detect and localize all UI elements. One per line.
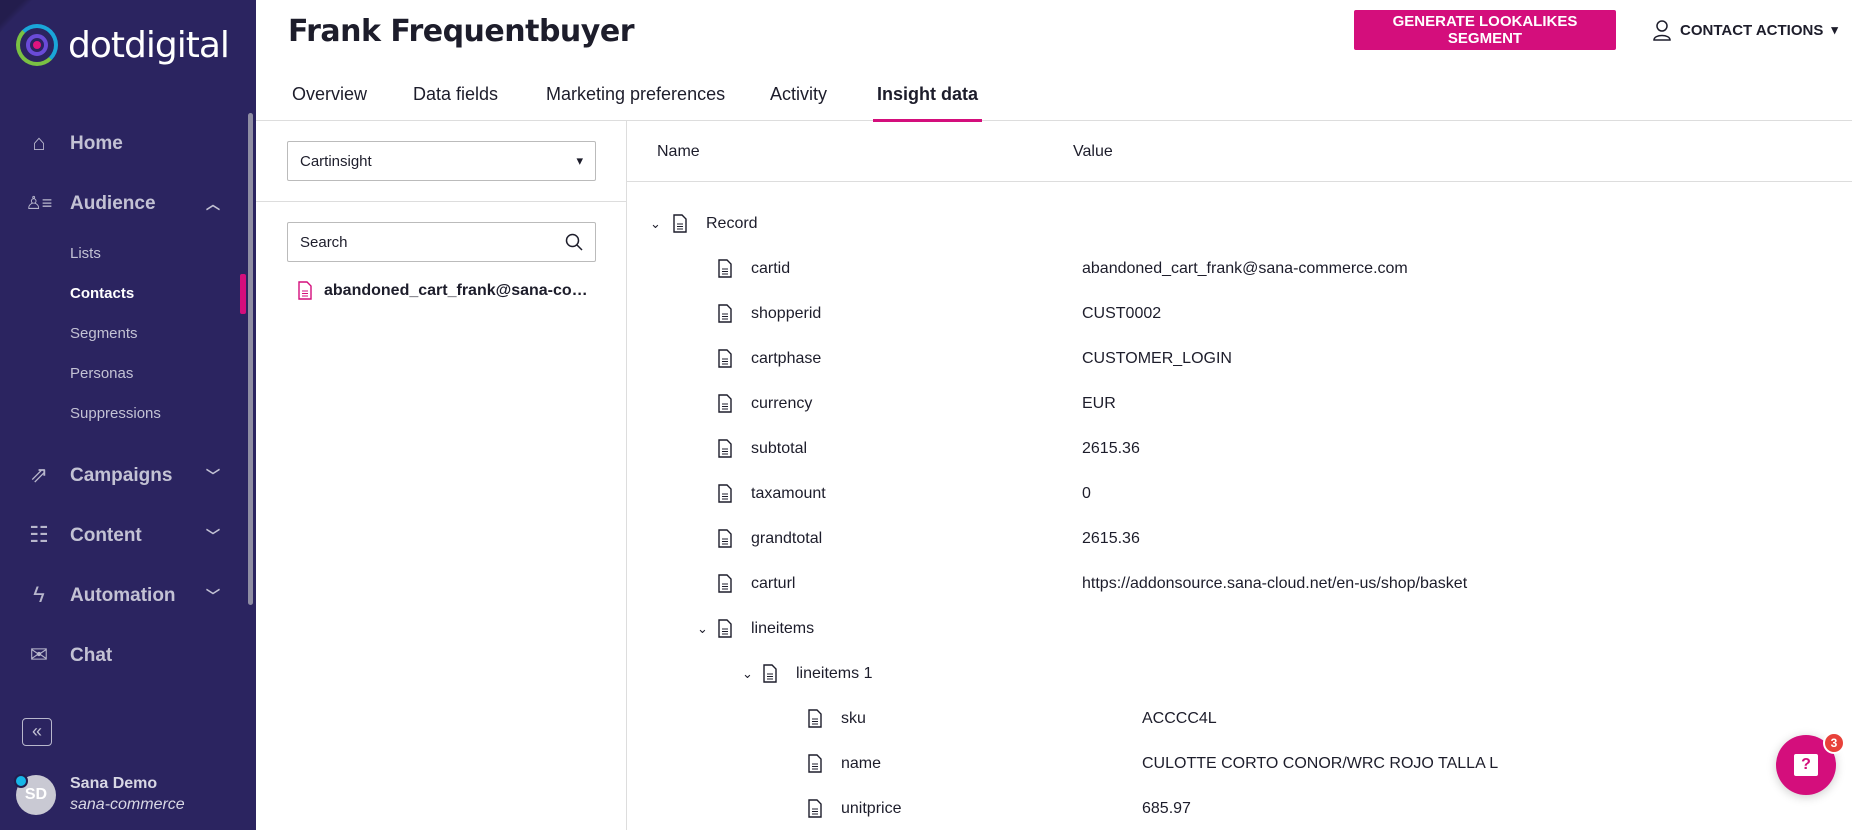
table-row: unitprice 685.97	[0, 794, 1852, 824]
table-header: Name Value	[627, 121, 1852, 182]
field-name: shopperid	[751, 305, 822, 322]
tab-activity[interactable]: Activity	[770, 84, 827, 121]
field-name: carturl	[751, 575, 796, 592]
tab-bar: Overview Data fields Marketing preferenc…	[256, 70, 1852, 122]
field-value: 685.97	[1142, 800, 1191, 817]
table-row: carturl https://addonsource.sana-cloud.ne…	[0, 569, 1852, 599]
home-icon: ⌂	[32, 130, 46, 155]
field-name: subtotal	[751, 440, 808, 457]
document-icon	[718, 484, 732, 508]
chevron-down-icon: ▾	[1831, 22, 1838, 37]
field-name: cartphase	[751, 350, 822, 367]
document-icon	[718, 349, 732, 373]
field-value: CULOTTE CORTO CONOR/WRC ROJO TALLA L	[1142, 755, 1499, 772]
field-name: lineitems 1	[796, 665, 873, 682]
table-row: shopperid CUST0002	[0, 299, 1852, 329]
document-icon	[718, 529, 732, 553]
generate-lookalikes-button[interactable]: GENERATE LOOKALIKES SEGMENT	[1354, 10, 1616, 50]
table-row[interactable]: ⌄ lineitems 1	[0, 659, 1852, 689]
tab-data-fields[interactable]: Data fields	[413, 84, 498, 121]
field-value: ACCCC4L	[1142, 710, 1217, 727]
field-name: cartid	[751, 260, 791, 277]
field-value: https://addonsource.sana-cloud.net/en-us…	[1082, 575, 1468, 592]
field-name: grandtotal	[751, 530, 823, 547]
field-value: EUR	[1082, 395, 1116, 412]
document-icon	[718, 574, 732, 598]
column-value: Value	[1073, 143, 1113, 160]
document-icon	[763, 664, 777, 688]
chevron-down-icon[interactable]: ⌄	[742, 666, 756, 682]
table-row: sku ACCCC4L	[0, 704, 1852, 734]
field-value: abandoned_cart_frank@sana-commerce.com	[1082, 260, 1408, 277]
contact-actions-button[interactable]: CONTACT ACTIONS ▾	[1652, 19, 1838, 41]
field-name: currency	[751, 395, 813, 412]
field-value: CUST0002	[1082, 305, 1162, 322]
document-icon	[718, 439, 732, 463]
document-icon	[808, 799, 822, 823]
document-icon	[718, 394, 732, 418]
dotdigital-logo[interactable]: dotdigital	[16, 24, 230, 66]
table-row: name CULOTTE CORTO CONOR/WRC ROJO TALLA L	[0, 749, 1852, 779]
field-name: lineitems	[751, 620, 815, 637]
table-row: grandtotal 2615.36	[0, 524, 1852, 554]
field-name: taxamount	[751, 485, 826, 502]
field-value: CUSTOMER_LOGIN	[1082, 350, 1232, 367]
field-name: sku	[841, 710, 866, 727]
divider	[256, 201, 626, 202]
user-icon	[1653, 20, 1671, 41]
chevron-down-icon: ▾	[576, 153, 583, 168]
table-row: taxamount 0	[0, 479, 1852, 509]
document-icon	[718, 619, 732, 643]
help-chat-icon: ?	[1794, 754, 1818, 776]
notification-badge: 3	[1823, 732, 1845, 754]
tab-insight-data[interactable]: Insight data	[873, 84, 983, 122]
table-row: currency EUR	[0, 389, 1852, 419]
field-name: name	[841, 755, 882, 772]
field-value: 2615.36	[1082, 530, 1140, 547]
column-name: Name	[657, 143, 700, 160]
tab-overview[interactable]: Overview	[292, 84, 367, 121]
field-name: Record	[706, 215, 758, 232]
chevron-down-icon[interactable]: ⌄	[697, 621, 711, 637]
document-icon	[718, 259, 732, 283]
chevron-down-icon[interactable]: ⌄	[650, 216, 664, 232]
logo-icon	[16, 24, 58, 66]
document-icon	[808, 709, 822, 733]
sidebar-item-home[interactable]: ⌂ Home	[0, 130, 240, 156]
field-value: 0	[1082, 485, 1091, 502]
field-name: unitprice	[841, 800, 902, 817]
collection-select[interactable]: Cartinsight ▾	[287, 141, 596, 181]
tab-marketing-preferences[interactable]: Marketing preferences	[546, 84, 725, 121]
table-row[interactable]: ⌄ lineitems	[0, 614, 1852, 644]
table-row: subtotal 2615.36	[0, 434, 1852, 464]
document-icon	[808, 754, 822, 778]
document-icon	[673, 214, 687, 238]
page-title: Frank Frequentbuyer	[288, 14, 635, 49]
field-value: 2615.36	[1082, 440, 1140, 457]
table-row: cartid abandoned_cart_frank@sana-commerce…	[0, 254, 1852, 284]
table-row: cartphase CUSTOMER_LOGIN	[0, 344, 1852, 374]
document-icon	[718, 304, 732, 328]
table-row[interactable]: ⌄ Record	[0, 209, 1852, 239]
